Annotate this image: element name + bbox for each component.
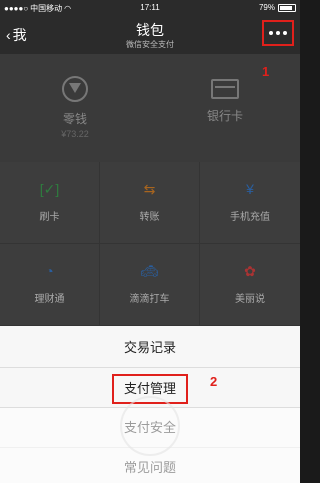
page-subtitle: 微信安全支付 — [126, 40, 174, 49]
battery-group: 79% — [259, 3, 296, 12]
grid-item-label: 滴滴打车 — [129, 294, 170, 305]
taxi-icon: 🚕︎ — [140, 263, 159, 279]
bank-card-tile[interactable]: 银行卡 — [150, 76, 300, 124]
meilishuo-icon: ✿ — [244, 263, 256, 279]
dot-icon — [269, 31, 273, 35]
transfer-icon: ⇆ — [143, 181, 156, 197]
change-label: 零钱 — [62, 112, 87, 126]
change-balance-tile[interactable]: 零钱 ¥73.22 — [0, 76, 150, 139]
grid-item-wealth[interactable]: ◔ 理财通 — [0, 244, 100, 326]
grid-item-label: 刷卡 — [39, 212, 60, 223]
grid-item-scan-card[interactable]: [✓] 刷卡 — [0, 162, 100, 244]
status-bar: ●●●●○ 中国移动 ◠ 17:11 79% — [0, 0, 300, 16]
grid-item-mobile-topup[interactable]: ¥ 手机充值 — [200, 162, 300, 244]
grid-item-meilishuo[interactable]: ✿ 美丽说 — [200, 244, 300, 326]
annotation-2: 2 — [210, 374, 218, 389]
more-options-button[interactable] — [262, 20, 294, 46]
nav-bar: ‹ 我 钱包 微信安全支付 — [0, 16, 300, 54]
service-grid: [✓] 刷卡 ⇆ 转账 ¥ 手机充值 ◔ 理财通 🚕︎ 滴滴打车 ✿ 美丽说 — [0, 162, 300, 326]
page-title: 钱包 — [136, 22, 164, 38]
menu-item-label: 交易记录 — [123, 340, 176, 355]
wealth-icon: ◔ — [45, 263, 54, 279]
menu-item-transactions[interactable]: 交易记录 — [0, 328, 300, 368]
dot-icon — [283, 31, 287, 35]
dot-icon — [276, 31, 280, 35]
mobile-topup-icon: ¥ — [246, 181, 254, 197]
watermark-logo — [120, 396, 180, 456]
clock: 17:11 — [140, 3, 160, 12]
scan-card-icon: [✓] — [39, 181, 60, 197]
annotation-1: 1 — [262, 64, 270, 79]
wallet-header: 零钱 ¥73.22 银行卡 — [0, 54, 300, 162]
grid-item-label: 理财通 — [34, 294, 65, 305]
coin-icon — [62, 76, 88, 102]
grid-item-taxi[interactable]: 🚕︎ 滴滴打车 — [100, 244, 200, 326]
bank-card-icon — [211, 79, 239, 99]
grid-item-transfer[interactable]: ⇆ 转账 — [100, 162, 200, 244]
bank-card-label: 银行卡 — [206, 109, 243, 123]
grid-item-label: 美丽说 — [235, 294, 265, 305]
grid-item-label: 转账 — [139, 212, 160, 223]
battery-percent: 79% — [258, 3, 275, 12]
battery-icon — [278, 3, 296, 12]
change-amount: ¥73.22 — [61, 129, 89, 139]
grid-item-label: 手机充值 — [230, 212, 270, 223]
